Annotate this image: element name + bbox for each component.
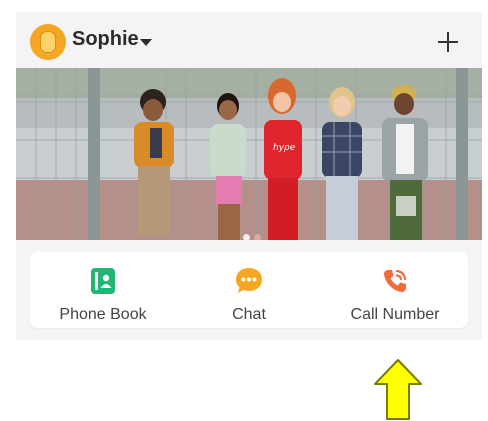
- chat-button[interactable]: Chat: [176, 252, 322, 328]
- user-name[interactable]: Sophie: [72, 28, 139, 51]
- phone-book-button[interactable]: Phone Book: [30, 252, 176, 328]
- yellow-arrow-icon: [374, 359, 422, 420]
- chevron-down-icon[interactable]: [140, 39, 152, 46]
- avatar[interactable]: [30, 24, 66, 60]
- app-screen: Sophie hype Phone Book Chat Call Number: [16, 12, 482, 340]
- watch-avatar-icon: [40, 31, 56, 53]
- call-number-button[interactable]: Call Number: [322, 252, 468, 328]
- call-number-label: Call Number: [350, 306, 440, 323]
- chat-bubble-icon: [236, 268, 262, 293]
- carousel-dot[interactable]: [254, 234, 261, 240]
- carousel-dots[interactable]: [243, 228, 265, 240]
- chat-label: Chat: [232, 306, 266, 323]
- kids-photo: hype: [16, 68, 482, 240]
- quick-actions: Phone Book Chat Call Number: [30, 252, 468, 328]
- plus-icon[interactable]: [438, 32, 458, 52]
- contact-book-icon: [91, 268, 115, 294]
- header: Sophie: [16, 12, 482, 68]
- phone-book-label: Phone Book: [59, 306, 147, 323]
- phone-call-icon: [384, 269, 407, 292]
- svg-text:hype: hype: [273, 143, 296, 153]
- banner-image[interactable]: hype: [16, 68, 482, 240]
- carousel-dot-active[interactable]: [243, 234, 250, 240]
